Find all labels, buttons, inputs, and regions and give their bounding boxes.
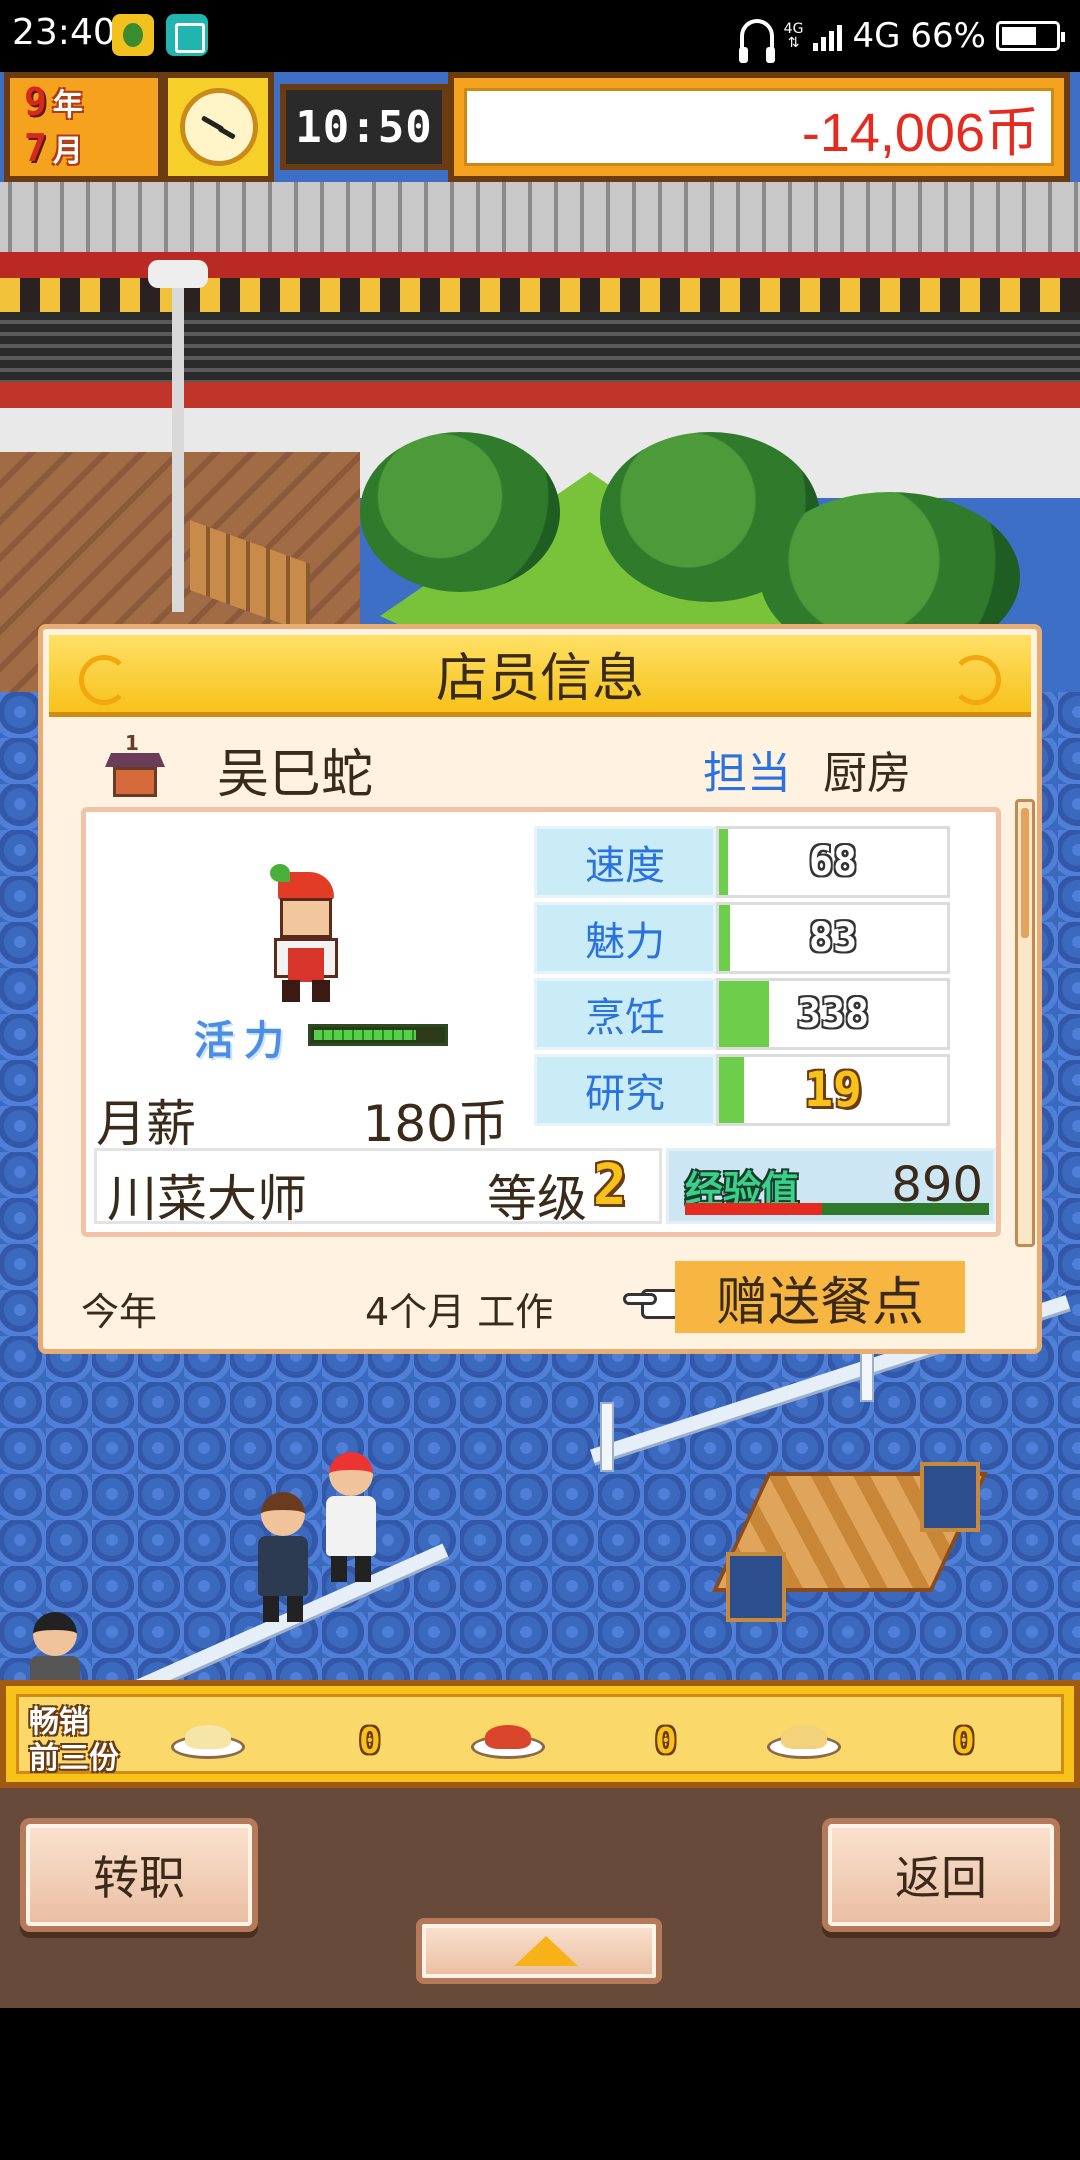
- wall-red-band-lower: [0, 382, 1080, 408]
- dialog-scrollbar[interactable]: [1015, 799, 1035, 1247]
- stat-row-research: 研究 19: [534, 1054, 950, 1126]
- assignment-label: 担当: [703, 748, 791, 799]
- vitality-bar: [308, 1024, 448, 1046]
- stat-bar: 68: [716, 826, 950, 898]
- money-panel: -14,006币: [448, 72, 1070, 182]
- rank-title: 川菜大师: [107, 1170, 307, 1228]
- level-value: 2: [593, 1153, 627, 1218]
- best-sellers-label: 畅销 前三份: [29, 1705, 119, 1777]
- stat-bar: 338: [716, 978, 950, 1050]
- best-sellers-bar: 畅销 前三份 0 0 0: [0, 1680, 1080, 1788]
- year-label: 今年: [81, 1290, 158, 1334]
- stat-row-charm: 魅力 83: [534, 902, 950, 974]
- street-lamp: [148, 260, 208, 612]
- scan-app-icon: [166, 14, 208, 56]
- dialog-header: 店员信息: [49, 635, 1031, 717]
- headphones-icon: [738, 19, 775, 63]
- shop-level: 1: [125, 731, 139, 755]
- expand-up-button[interactable]: [416, 1918, 662, 1984]
- stat-row-cooking: 烹饪 338: [534, 978, 950, 1050]
- stats-table: 速度 68 魅力 83 烹饪 338 研究 19: [534, 826, 950, 1130]
- experience-bar: [685, 1203, 989, 1215]
- top-hud: 9 年 7 月 10:50 -14,006币: [0, 72, 1080, 184]
- data-indicator: 4G ⇅: [784, 22, 804, 50]
- dish-icon: [171, 1721, 245, 1761]
- chair: [726, 1552, 786, 1622]
- dish-count: 0: [953, 1721, 975, 1762]
- stat-value: 68: [808, 839, 858, 885]
- shop-building-icon: 1: [103, 731, 167, 801]
- dish-count: 0: [655, 1721, 677, 1762]
- assignment-value: 厨房: [823, 748, 911, 799]
- level-label: 等级: [487, 1170, 587, 1228]
- chef-portrait: [266, 864, 346, 1002]
- experience-fill: [685, 1203, 822, 1215]
- stat-value: 19: [804, 1062, 862, 1118]
- month-unit: 月: [52, 134, 83, 169]
- staff-info-dialog: 店员信息 1 吴巳蛇 担当 厨房 活力 月薪 180币 速度 68 魅力 83 …: [38, 624, 1042, 1354]
- status-bar: 23:40 4G ⇅ 4G 66%: [0, 0, 1080, 72]
- stat-label: 速度: [534, 826, 716, 898]
- stat-row-speed: 速度 68: [534, 826, 950, 898]
- staff-detail-panel: 活力 月薪 180币 速度 68 魅力 83 烹饪 338 研究 19 川菜大师…: [81, 807, 1001, 1237]
- tree: [360, 432, 560, 592]
- railing-post: [600, 1402, 614, 1472]
- gift-meal-button[interactable]: 赠送餐点: [675, 1261, 965, 1333]
- battery-fill: [1002, 27, 1037, 45]
- battery-icon: [996, 21, 1065, 51]
- experience-box: 经验值 890: [666, 1148, 996, 1224]
- stat-bar: 83: [716, 902, 950, 974]
- scrollbar-thumb[interactable]: [1021, 808, 1029, 938]
- coin-app-icon: [112, 14, 154, 56]
- time-display: 10:50: [280, 84, 448, 170]
- updown-arrows-icon: ⇅: [787, 35, 800, 51]
- stat-label: 烹饪: [534, 978, 716, 1050]
- vitality-label: 活力: [194, 1018, 294, 1064]
- network-type: 4G: [852, 16, 901, 56]
- back-button[interactable]: 返回: [822, 1818, 1060, 1932]
- status-indicators: 4G ⇅ 4G 66%: [738, 12, 1065, 63]
- game-time: 10:50: [295, 101, 433, 153]
- salary-value: 180币: [362, 1095, 508, 1153]
- stat-value: 83: [808, 915, 858, 961]
- vitality-fill: [314, 1030, 417, 1040]
- battery-percent: 66%: [910, 16, 986, 56]
- dish-icon: [471, 1721, 545, 1761]
- network-small-label: 4G: [783, 21, 804, 37]
- best-sellers-label-line2: 前三份: [29, 1741, 119, 1776]
- year-number: 9: [24, 80, 47, 124]
- chair: [920, 1462, 980, 1532]
- customer-sprite[interactable]: [258, 1492, 308, 1622]
- year-unit: 年: [52, 88, 83, 123]
- staff-sprite[interactable]: [326, 1452, 376, 1582]
- rank-box: 川菜大师 等级 2: [94, 1148, 662, 1228]
- clock-icon: [162, 72, 274, 182]
- stat-value: 338: [796, 991, 870, 1037]
- dish-icon: [767, 1721, 841, 1761]
- best-sellers-label-line1: 畅销: [29, 1705, 89, 1740]
- bottom-bar: 转职 返回: [0, 1788, 1080, 2008]
- stat-label: 研究: [534, 1054, 716, 1126]
- dialog-title: 店员信息: [435, 649, 644, 709]
- stat-bar: 19: [716, 1054, 950, 1126]
- date-panel: 9 年 7 月: [4, 72, 164, 182]
- money-balance: -14,006币: [801, 102, 1039, 163]
- status-time: 23:40: [12, 12, 116, 53]
- wall-dark-band: [0, 312, 1080, 382]
- change-job-button[interactable]: 转职: [20, 1818, 258, 1932]
- stat-label: 魅力: [534, 902, 716, 974]
- dialog-footer: 今年 4个月 工作 赠送餐点: [43, 1253, 1033, 1343]
- staff-name: 吴巳蛇: [217, 744, 374, 805]
- work-duration: 4个月 工作: [365, 1290, 554, 1334]
- staff-name-row: 1 吴巳蛇 担当 厨房: [103, 729, 1003, 809]
- month-number: 7: [24, 126, 47, 170]
- up-arrow-icon: [514, 1936, 578, 1966]
- dish-count: 0: [359, 1721, 381, 1762]
- signal-icon: [813, 21, 843, 51]
- salary-label: 月薪: [96, 1095, 196, 1153]
